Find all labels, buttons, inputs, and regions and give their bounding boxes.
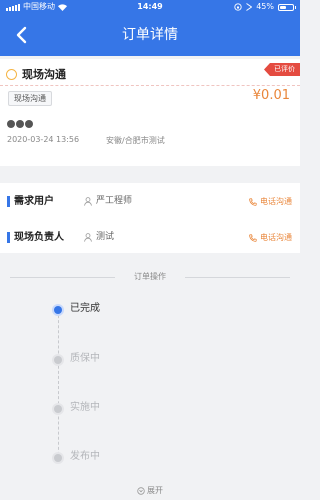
contact-row-manager: 现场负责人 测试 电话沟通: [0, 223, 300, 253]
call-label: 电话沟通: [260, 197, 292, 206]
section-divider: 订单操作: [0, 271, 300, 283]
order-datetime: 2020-03-24 13:56: [7, 135, 80, 144]
contact-person: 测试: [84, 231, 114, 244]
divider-line: [185, 277, 290, 278]
avatar: [7, 120, 15, 128]
user-icon: [84, 233, 92, 242]
timeline-step-publishing: 发布中: [70, 451, 100, 462]
lock-rotation-icon: [234, 3, 242, 11]
contact-person: 严工程师: [84, 195, 132, 208]
row-accent-bar: [7, 232, 10, 243]
status-right: 45%: [234, 0, 296, 14]
call-button[interactable]: 电话沟通: [249, 231, 292, 244]
contact-label: 现场负责人: [14, 232, 64, 243]
order-location: 安徽/合肥市测试: [106, 136, 165, 145]
page-title: 订单详情: [122, 27, 178, 43]
timeline-step-implementing: 实施中: [70, 402, 100, 413]
call-label: 电话沟通: [260, 233, 292, 242]
battery-icon: [278, 3, 296, 11]
timeline-step-completed: 已完成: [70, 303, 100, 314]
app-header: 中国移动 14:49 45% 订单详情: [0, 0, 300, 56]
timeline-dot-publishing: [54, 454, 62, 462]
user-icon: [84, 197, 92, 206]
timeline-dot-completed: [54, 306, 62, 314]
contact-name: 严工程师: [96, 196, 133, 206]
expand-button[interactable]: 展开: [0, 485, 300, 497]
contact-name: 测试: [96, 232, 115, 242]
timeline-step-warranty: 质保中: [70, 353, 100, 364]
order-type-tag: 现场沟通: [8, 91, 52, 106]
row-accent-bar: [7, 196, 10, 207]
order-price: ¥0.01: [252, 88, 290, 103]
timeline-track: [58, 310, 59, 460]
avatar: [25, 120, 33, 128]
timeline-dot-warranty: [54, 356, 62, 364]
divider: [0, 85, 300, 86]
alarm-icon: [246, 3, 253, 11]
expand-circle-icon: [137, 486, 145, 495]
avatar: [16, 120, 24, 128]
status-badge: 已评价: [264, 63, 300, 76]
call-button[interactable]: 电话沟通: [249, 195, 292, 208]
order-summary-card: 现场沟通 已评价 现场沟通 ¥0.01 2020-03-24 13:56 安徽/…: [0, 59, 300, 166]
battery-percent: 45%: [256, 2, 274, 11]
contacts-card: 需求用户 严工程师 电话沟通 现场负责人 测试 电话沟通: [0, 183, 300, 253]
phone-icon: [249, 197, 257, 206]
order-title: 现场沟通: [22, 68, 66, 81]
circle-icon: [6, 68, 17, 80]
order-title-row: 现场沟通: [6, 66, 66, 82]
expand-label: 展开: [147, 486, 163, 495]
timeline-dot-implementing: [54, 405, 62, 413]
contact-label: 需求用户: [14, 196, 54, 207]
status-bar: 中国移动 14:49 45%: [0, 0, 300, 14]
avatar-group: [7, 120, 33, 128]
contact-row-requester: 需求用户 严工程师 电话沟通: [0, 187, 300, 217]
phone-icon: [249, 233, 257, 242]
